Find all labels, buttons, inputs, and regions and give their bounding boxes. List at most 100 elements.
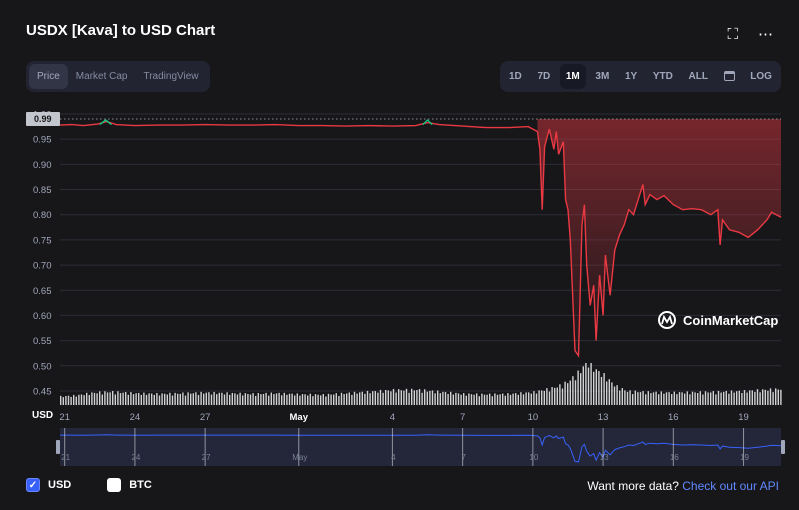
volume-bar (744, 390, 745, 405)
volume-bar (564, 382, 565, 405)
volume-bar (713, 391, 714, 405)
volume-bar (289, 394, 290, 405)
volume-bar (120, 393, 121, 405)
navigator-tick-label: 16 (670, 453, 679, 462)
volume-bar (489, 394, 490, 405)
y-tick-label: 0.55 (33, 336, 52, 347)
volume-bar (770, 388, 771, 405)
volume-bar (315, 394, 316, 405)
volume-bar (687, 391, 688, 405)
volume-bar (177, 394, 178, 405)
volume-bar (510, 395, 511, 405)
volume-bar (611, 382, 612, 405)
navigator-tick-label: 19 (740, 453, 749, 462)
volume-bar (689, 394, 690, 405)
volume-bar (182, 392, 183, 405)
volume-bar (697, 393, 698, 405)
navigator-handle-right (781, 440, 785, 454)
volume-bar (567, 383, 568, 405)
volume-bar (133, 394, 134, 405)
volume-bar (434, 393, 435, 405)
volume-bar (447, 394, 448, 405)
price-chart[interactable]: 1.000.950.900.850.800.750.700.650.600.55… (0, 0, 799, 510)
volume-bar (190, 394, 191, 405)
volume-bar (102, 395, 103, 405)
volume-bar (445, 392, 446, 405)
volume-bar (395, 393, 396, 405)
volume-bar (458, 393, 459, 405)
api-link[interactable]: Check out our API (682, 479, 779, 493)
volume-bar (310, 394, 311, 405)
volume-bar (455, 393, 456, 405)
volume-bar (645, 394, 646, 405)
volume-bar (172, 396, 173, 405)
volume-bar (390, 391, 391, 405)
volume-bar (294, 395, 295, 405)
volume-bar (648, 391, 649, 405)
volume-bar (533, 391, 534, 405)
volume-bar (676, 394, 677, 405)
volume-bar (276, 393, 277, 405)
volume-bar (247, 394, 248, 405)
volume-bar (78, 395, 79, 405)
api-promo-text: Want more data? (587, 479, 679, 493)
volume-bar (585, 363, 586, 405)
volume-bar (580, 373, 581, 405)
usd-checkbox[interactable]: ✓ (26, 478, 40, 492)
volume-bar (674, 392, 675, 405)
volume-bar (507, 393, 508, 405)
volume-bar (515, 393, 516, 405)
volume-bar (211, 395, 212, 405)
volume-bar (320, 395, 321, 405)
volume-bar (135, 393, 136, 405)
volume-bar (518, 395, 519, 405)
volume-bar (780, 390, 781, 405)
btc-checkbox[interactable] (107, 478, 121, 492)
volume-bar (520, 392, 521, 405)
volume-bar (681, 392, 682, 405)
volume-bar (351, 395, 352, 405)
volume-bar (73, 395, 74, 405)
volume-bar (772, 392, 773, 405)
volume-bar (593, 372, 594, 405)
x-tick-label: 13 (598, 412, 609, 423)
volume-bar (733, 393, 734, 405)
volume-bar (167, 395, 168, 405)
navigator-tick-label: 24 (131, 453, 140, 462)
volume-bar (557, 388, 558, 405)
volume-bar (598, 371, 599, 405)
volume-bar (148, 393, 149, 405)
volume-bar (541, 390, 542, 405)
volume-bar (705, 391, 706, 405)
volume-bar (559, 384, 560, 405)
volume-bar (663, 394, 664, 405)
volume-bar (655, 392, 656, 405)
volume-bar (338, 396, 339, 405)
volume-bar (369, 393, 370, 405)
volume-bar (271, 393, 272, 405)
x-tick-label: 16 (668, 412, 679, 423)
volume-bar (364, 394, 365, 405)
volume-bar (432, 390, 433, 405)
volume-bar (642, 391, 643, 405)
volume-bar (588, 368, 589, 405)
y-axis-unit: USD (32, 410, 53, 421)
navigator[interactable]: 212427May4710131619 (56, 428, 785, 466)
volume-bar (91, 392, 92, 405)
volume-bar (250, 394, 251, 405)
volume-bar (601, 377, 602, 405)
volume-bar (453, 395, 454, 405)
x-tick-label: 19 (738, 412, 749, 423)
volume-bar (551, 387, 552, 405)
volume-bar (570, 381, 571, 405)
volume-bar (778, 390, 779, 405)
navigator-tick-label: 13 (600, 453, 609, 462)
legend-btc-label: BTC (129, 479, 152, 491)
volume-bar (245, 393, 246, 405)
volume-bar (239, 393, 240, 405)
volume-bar (268, 396, 269, 405)
x-tick-label: 24 (130, 412, 141, 423)
volume-bar (635, 391, 636, 405)
y-tick-label: 0.60 (33, 311, 52, 322)
volume-bar (398, 389, 399, 405)
